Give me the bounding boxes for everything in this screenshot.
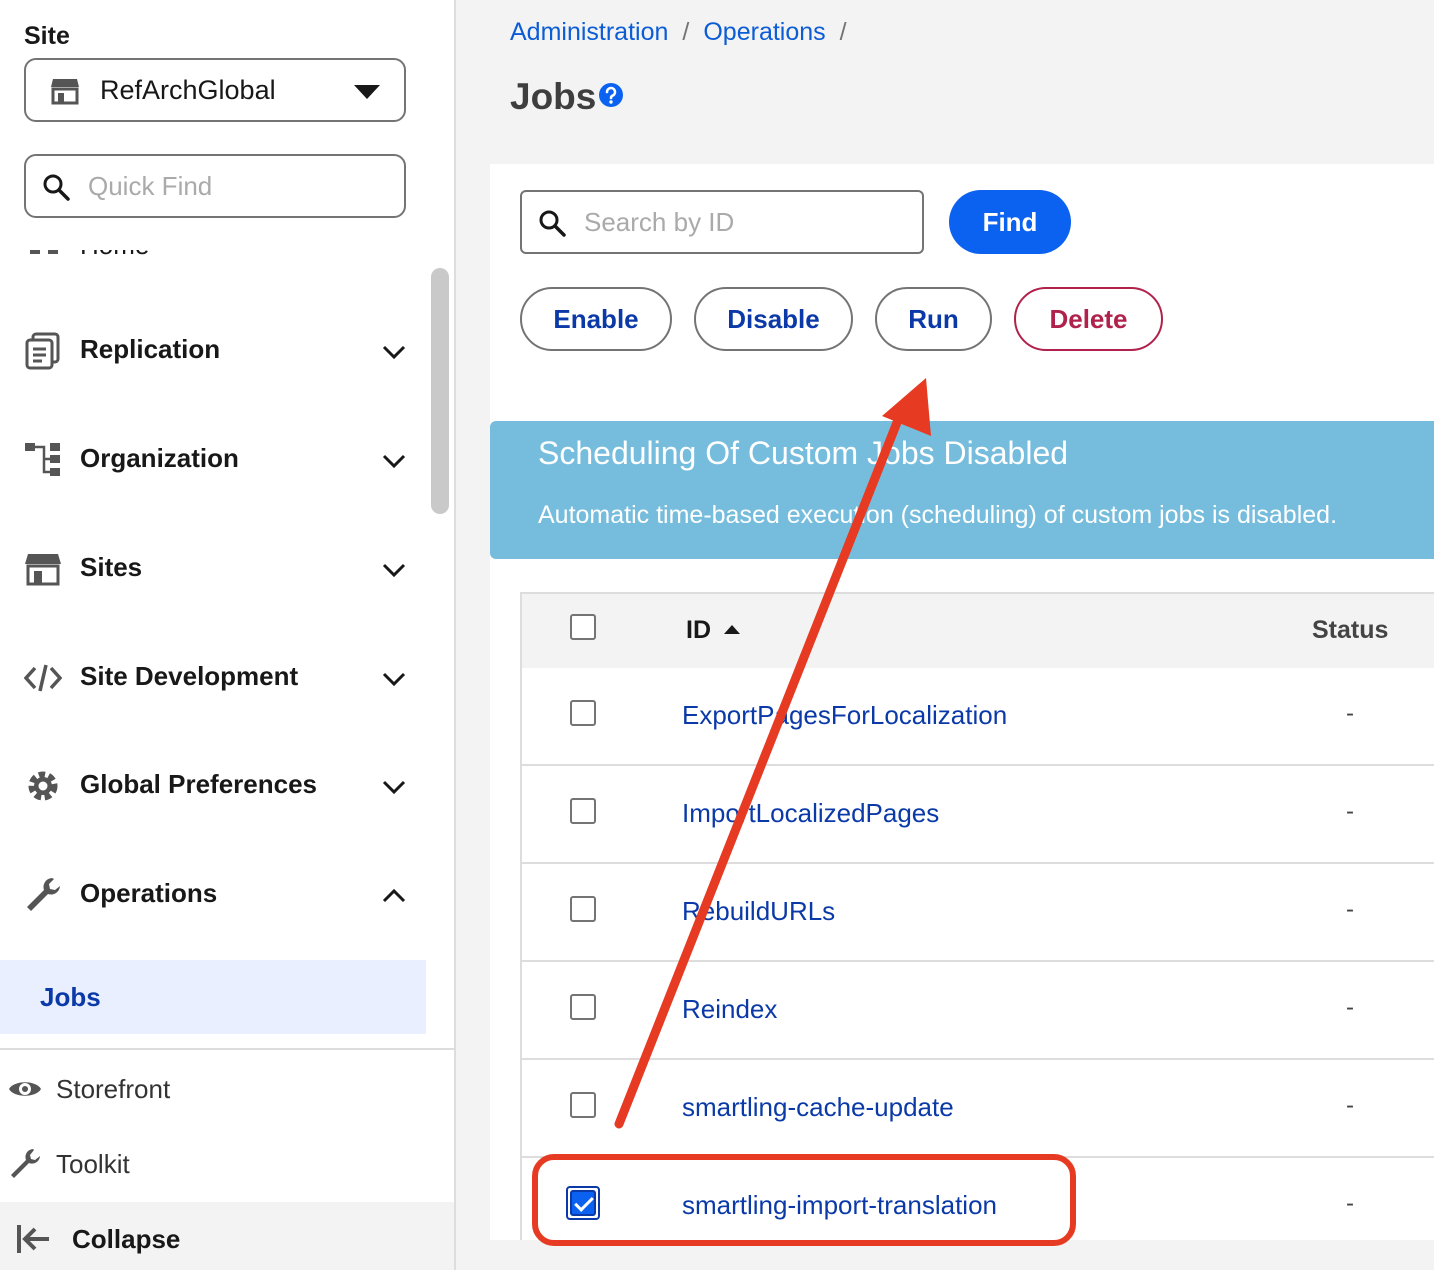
- job-link[interactable]: RebuildURLs: [682, 896, 835, 927]
- job-link[interactable]: ImportLocalizedPages: [682, 798, 939, 829]
- job-status: -: [1346, 1190, 1354, 1217]
- breadcrumb-administration[interactable]: Administration: [510, 18, 668, 46]
- row-checkbox[interactable]: [570, 896, 596, 922]
- chevron-up-icon[interactable]: [380, 882, 408, 910]
- sidebar-item-replication[interactable]: Replication: [0, 320, 426, 380]
- breadcrumb-operations[interactable]: Operations: [703, 18, 825, 46]
- row-checkbox[interactable]: [570, 1092, 596, 1118]
- collapse-button[interactable]: Collapse: [0, 1202, 454, 1270]
- search-box: [520, 190, 924, 254]
- home-icon: [30, 250, 58, 254]
- search-icon: [43, 174, 70, 201]
- site-name: RefArchGlobal: [100, 75, 276, 105]
- chevron-down-icon: [354, 85, 380, 99]
- banner-text: Automatic time-based execution (scheduli…: [538, 501, 1338, 529]
- table-header: ID Status: [522, 594, 1434, 668]
- sidebar-item-label: Site Development: [80, 661, 299, 691]
- breadcrumb: Administration / Operations /: [510, 18, 861, 47]
- sidebar-item-label: Jobs: [40, 982, 101, 1012]
- code-icon: [24, 664, 62, 692]
- row-checkbox[interactable]: [570, 700, 596, 726]
- sidebar-item-label: Global Preferences: [80, 769, 317, 799]
- sidebar-item-organization[interactable]: Organization: [0, 429, 426, 489]
- quick-find: [24, 154, 406, 218]
- select-all-checkbox[interactable]: [570, 614, 596, 640]
- sidebar-item-label: Sites: [80, 552, 143, 582]
- column-header-id[interactable]: ID: [686, 616, 711, 645]
- hierarchy-icon: [25, 443, 60, 476]
- row-checkbox[interactable]: [570, 798, 596, 824]
- table-row: ExportPagesForLocalization -: [522, 668, 1434, 766]
- chevron-down-icon[interactable]: [380, 338, 408, 366]
- job-status: -: [1346, 994, 1354, 1021]
- job-link[interactable]: smartling-cache-update: [682, 1092, 954, 1123]
- job-status: -: [1346, 896, 1354, 923]
- sidebar-item-label: Home: [80, 250, 149, 261]
- job-link[interactable]: ExportPagesForLocalization: [682, 700, 1007, 731]
- search-input[interactable]: [584, 200, 904, 244]
- job-status: -: [1346, 1092, 1354, 1119]
- sidebar-item-label: Operations: [80, 878, 218, 908]
- sidebar-item-site-development[interactable]: Site Development: [0, 647, 426, 707]
- disable-button[interactable]: Disable: [694, 287, 853, 351]
- wrench-icon: [11, 1149, 40, 1178]
- chevron-down-icon[interactable]: [380, 447, 408, 475]
- sidebar-item-label: Organization: [80, 443, 239, 473]
- row-checkbox[interactable]: [570, 994, 596, 1020]
- search-icon: [539, 210, 566, 237]
- job-status: -: [1346, 798, 1354, 825]
- column-header-status[interactable]: Status: [1312, 616, 1388, 645]
- delete-button[interactable]: Delete: [1014, 287, 1163, 351]
- table-row: RebuildURLs -: [522, 864, 1434, 962]
- store-icon: [51, 79, 79, 105]
- eye-icon: [9, 1082, 41, 1096]
- collapse-icon: [17, 1225, 49, 1253]
- sidebar-item-jobs[interactable]: Jobs: [0, 960, 426, 1034]
- main-content: Administration / Operations / Jobs Find Ena…: [456, 0, 1434, 1270]
- breadcrumb-separator: /: [682, 18, 690, 46]
- job-link[interactable]: Reindex: [682, 994, 777, 1025]
- chevron-down-icon[interactable]: [380, 556, 408, 584]
- site-label: Site: [24, 22, 70, 50]
- chevron-down-icon[interactable]: [380, 773, 408, 801]
- site-select[interactable]: RefArchGlobal: [24, 58, 406, 122]
- job-status: -: [1346, 700, 1354, 727]
- collapse-label: Collapse: [72, 1224, 181, 1254]
- annotation-highlight-box: [532, 1154, 1076, 1246]
- table-row: smartling-cache-update -: [522, 1060, 1434, 1158]
- wrench-icon: [27, 878, 60, 911]
- chevron-down-icon[interactable]: [380, 665, 408, 693]
- banner-title: Scheduling Of Custom Jobs Disabled: [538, 435, 1069, 471]
- find-button[interactable]: Find: [949, 190, 1071, 254]
- sort-ascending-icon[interactable]: [724, 625, 740, 634]
- scheduling-disabled-banner: Scheduling Of Custom Jobs Disabled Autom…: [490, 421, 1434, 559]
- enable-button[interactable]: Enable: [520, 287, 672, 351]
- store-icon: [25, 554, 61, 586]
- gear-icon: [28, 771, 58, 801]
- jobs-table: ID Status ExportPagesForLocalization - I…: [520, 592, 1434, 1240]
- toolkit-link[interactable]: Toolkit: [0, 1127, 454, 1199]
- sidebar: Site RefArchGlobal Home: [0, 0, 456, 1270]
- sidebar-nav: Home Replication Organization: [0, 250, 426, 1046]
- table-row: Reindex -: [522, 962, 1434, 1060]
- sidebar-footer: Storefront Toolkit Collapse: [0, 1048, 454, 1270]
- toolkit-label: Toolkit: [56, 1149, 130, 1179]
- sidebar-item-global-preferences[interactable]: Global Preferences: [0, 755, 426, 815]
- replication-icon: [25, 332, 60, 370]
- sidebar-scrollbar-thumb[interactable]: [431, 268, 449, 514]
- storefront-link[interactable]: Storefront: [0, 1052, 454, 1124]
- page-title: Jobs: [510, 76, 597, 117]
- breadcrumb-separator: /: [839, 18, 847, 46]
- run-button[interactable]: Run: [875, 287, 992, 351]
- sidebar-item-label: Replication: [80, 334, 221, 364]
- storefront-label: Storefront: [56, 1074, 171, 1104]
- jobs-card: Find Enable Disable Run Delete Schedulin…: [490, 164, 1434, 1240]
- sidebar-item-sites[interactable]: Sites: [0, 538, 426, 598]
- sidebar-item-operations[interactable]: Operations: [0, 864, 426, 924]
- help-icon[interactable]: [598, 82, 624, 108]
- table-row: ImportLocalizedPages -: [522, 766, 1434, 864]
- quick-find-input[interactable]: [88, 164, 388, 208]
